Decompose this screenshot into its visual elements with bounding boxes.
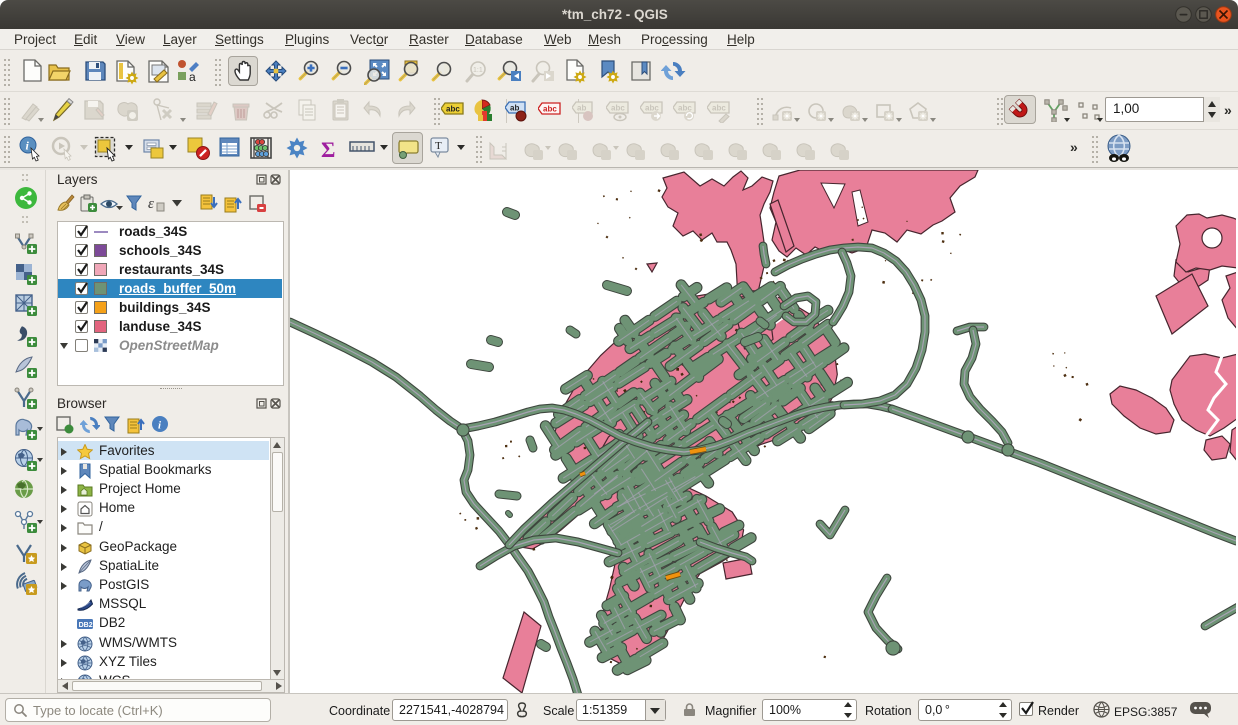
svg-text:Σ: Σ (321, 137, 335, 162)
svg-text:ab: ab (510, 104, 519, 113)
svg-text:abc: abc (611, 104, 625, 113)
svg-text:a: a (189, 70, 196, 83)
svg-text:abc: abc (446, 105, 460, 114)
svg-text:ε: ε (148, 196, 154, 212)
svg-text:T: T (435, 140, 442, 152)
svg-text:DB2: DB2 (79, 622, 93, 629)
svg-text:abc: abc (543, 105, 557, 114)
svg-text:abc: abc (712, 104, 726, 113)
svg-text:1:1: 1:1 (473, 67, 483, 74)
svg-text:ab: ab (577, 104, 586, 113)
